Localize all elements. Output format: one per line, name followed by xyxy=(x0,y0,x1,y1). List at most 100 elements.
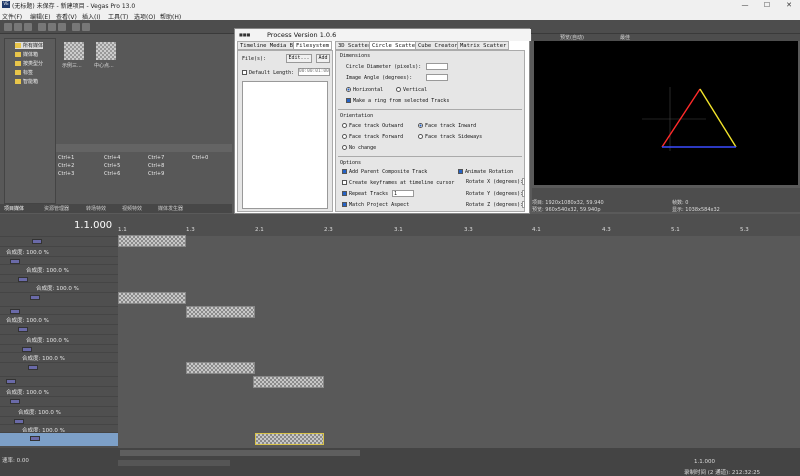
track-header-selected[interactable] xyxy=(0,432,118,446)
shortcut-item[interactable]: Ctrl+9 xyxy=(148,171,164,177)
track-header[interactable]: 合成度: 100.0 % xyxy=(0,264,118,274)
tab-circle-scatter[interactable]: Circle Scatter xyxy=(369,41,422,50)
tree-item-by-type[interactable]: 按类型分 xyxy=(15,60,43,67)
shortcut-item[interactable]: Ctrl+2 xyxy=(58,163,74,169)
display-value: 1038x584x32 xyxy=(685,207,720,213)
video-clip-selected[interactable] xyxy=(255,433,324,445)
track-icon xyxy=(30,295,40,300)
rotate-z-input[interactable] xyxy=(522,201,525,208)
track-header[interactable]: 合成度: 100.0 % xyxy=(0,386,118,396)
preview-quality-select[interactable]: 预览(自动) xyxy=(560,34,584,41)
undo-icon[interactable] xyxy=(72,23,80,31)
save-icon[interactable] xyxy=(24,23,32,31)
shortcut-item[interactable]: Ctrl+0 xyxy=(192,155,208,161)
track-header[interactable] xyxy=(0,236,118,246)
timeline-area[interactable] xyxy=(118,236,800,448)
track-icon xyxy=(18,327,28,332)
close-icon[interactable]: ✕ xyxy=(778,0,800,10)
face-sideways-radio[interactable]: Face track Sideways xyxy=(418,134,482,140)
track-header[interactable] xyxy=(0,396,118,406)
tab-filesystem[interactable]: Filesystem xyxy=(293,41,333,50)
add-button[interactable]: Add xyxy=(316,54,330,63)
face-forward-radio[interactable]: Face track Forward xyxy=(342,134,403,140)
track-header[interactable] xyxy=(0,362,118,372)
track-header[interactable] xyxy=(0,292,118,302)
make-ring-checkbox[interactable]: Make a ring from selected Tracks xyxy=(346,98,449,104)
checkbox-icon xyxy=(458,169,463,174)
image-angle-input[interactable] xyxy=(426,74,448,81)
horizontal-scrollbar[interactable] xyxy=(120,450,360,456)
track-header[interactable]: 合成度: 100.0 % xyxy=(0,352,118,362)
new-icon[interactable] xyxy=(4,23,12,31)
tab-video-fx[interactable]: 视频特效 xyxy=(122,205,142,212)
shortcut-item[interactable]: Ctrl+8 xyxy=(148,163,164,169)
media-thumbnail[interactable] xyxy=(64,42,84,60)
radio-icon xyxy=(346,87,351,92)
shortcut-item[interactable]: Ctrl+5 xyxy=(104,163,120,169)
tree-item-all-media[interactable]: 所有媒体 xyxy=(15,42,44,49)
track-header[interactable]: 合成度: 100.0 % xyxy=(0,334,118,344)
triangle-edge-yellow xyxy=(699,88,737,148)
rate-label: 速率: xyxy=(2,458,15,464)
media-thumbnail[interactable] xyxy=(96,42,116,60)
no-change-radio[interactable]: No change xyxy=(342,145,376,151)
default-length-input[interactable]: 00:00:01:00 xyxy=(298,68,330,76)
animate-rotation-checkbox[interactable]: Animate Rotation xyxy=(458,169,513,175)
maximize-icon[interactable]: ☐ xyxy=(756,0,778,10)
repeat-tracks-checkbox[interactable]: Repeat Tracks xyxy=(342,191,388,197)
horizontal-radio[interactable]: Horizontal xyxy=(346,87,383,93)
face-inward-radio[interactable]: Face track Inward xyxy=(418,123,476,129)
video-clip[interactable] xyxy=(186,306,255,318)
video-clip[interactable] xyxy=(253,376,324,388)
tree-item-bins[interactable]: 媒体箱 xyxy=(15,51,38,58)
tab-explorer[interactable]: 资源管理器 xyxy=(44,205,69,212)
tab-transitions[interactable]: 转场特效 xyxy=(86,205,106,212)
cut-icon[interactable] xyxy=(38,23,46,31)
tab-project-media[interactable]: 项目媒体 xyxy=(4,205,24,212)
rotate-y-input[interactable] xyxy=(522,190,525,197)
shortcut-item[interactable]: Ctrl+4 xyxy=(104,155,120,161)
video-clip[interactable] xyxy=(118,292,186,304)
video-clip[interactable] xyxy=(118,235,186,247)
shortcut-item[interactable]: Ctrl+1 xyxy=(58,155,74,161)
ruler-label: 5.3 xyxy=(740,227,749,233)
tree-item-smart-bins[interactable]: 智能箱 xyxy=(15,78,38,85)
circle-diameter-input[interactable] xyxy=(426,63,448,70)
shortcut-item[interactable]: Ctrl+6 xyxy=(104,171,120,177)
shortcut-item[interactable]: Ctrl+3 xyxy=(58,171,74,177)
track-header[interactable] xyxy=(0,376,118,386)
create-keyframes-checkbox[interactable]: Create keyframes at timeline cursor xyxy=(342,180,454,186)
track-header[interactable]: 合成度: 100.0 % xyxy=(0,314,118,324)
default-length-row[interactable]: Default Length: xyxy=(242,70,294,76)
shortcut-item[interactable]: Ctrl+7 xyxy=(148,155,164,161)
repeat-tracks-input[interactable]: 1 xyxy=(392,190,414,197)
tab-matrix-scatter[interactable]: Matrix Scatter xyxy=(457,41,510,50)
track-header[interactable] xyxy=(0,324,118,334)
track-header[interactable]: 合成度: 100.0 % xyxy=(0,282,118,292)
copy-icon[interactable] xyxy=(48,23,56,31)
timeline-timecode[interactable]: 1.1.000 xyxy=(74,220,112,231)
open-icon[interactable] xyxy=(14,23,22,31)
tab-cube-creator[interactable]: Cube Creator xyxy=(415,41,461,50)
preview-mode-select[interactable]: 最佳 xyxy=(620,34,630,41)
default-length-checkbox[interactable] xyxy=(242,70,247,75)
file-list[interactable] xyxy=(242,81,328,209)
paste-icon[interactable] xyxy=(58,23,66,31)
edit-button[interactable]: Edit... xyxy=(286,54,312,63)
checkbox-icon xyxy=(342,191,347,196)
rate-value[interactable]: 0.00 xyxy=(17,458,29,464)
transport-controls[interactable] xyxy=(118,460,230,466)
video-preview[interactable] xyxy=(534,41,798,185)
match-aspect-checkbox[interactable]: Match Project Aspect xyxy=(342,202,409,208)
track-header[interactable]: 合成度: 100.0 % xyxy=(0,246,118,256)
tree-item-tags[interactable]: 标签 xyxy=(15,69,33,76)
rotate-x-input[interactable] xyxy=(522,178,525,185)
add-parent-checkbox[interactable]: Add Parent Composite Track xyxy=(342,169,427,175)
video-clip[interactable] xyxy=(186,362,255,374)
vertical-radio[interactable]: Vertical xyxy=(396,87,427,93)
tab-media-generators[interactable]: 媒体发生器 xyxy=(158,205,183,212)
minimize-icon[interactable]: — xyxy=(734,0,756,10)
face-outward-radio[interactable]: Face track Outward xyxy=(342,123,403,129)
track-header[interactable]: 合成度: 100.0 % xyxy=(0,406,118,416)
redo-icon[interactable] xyxy=(82,23,90,31)
